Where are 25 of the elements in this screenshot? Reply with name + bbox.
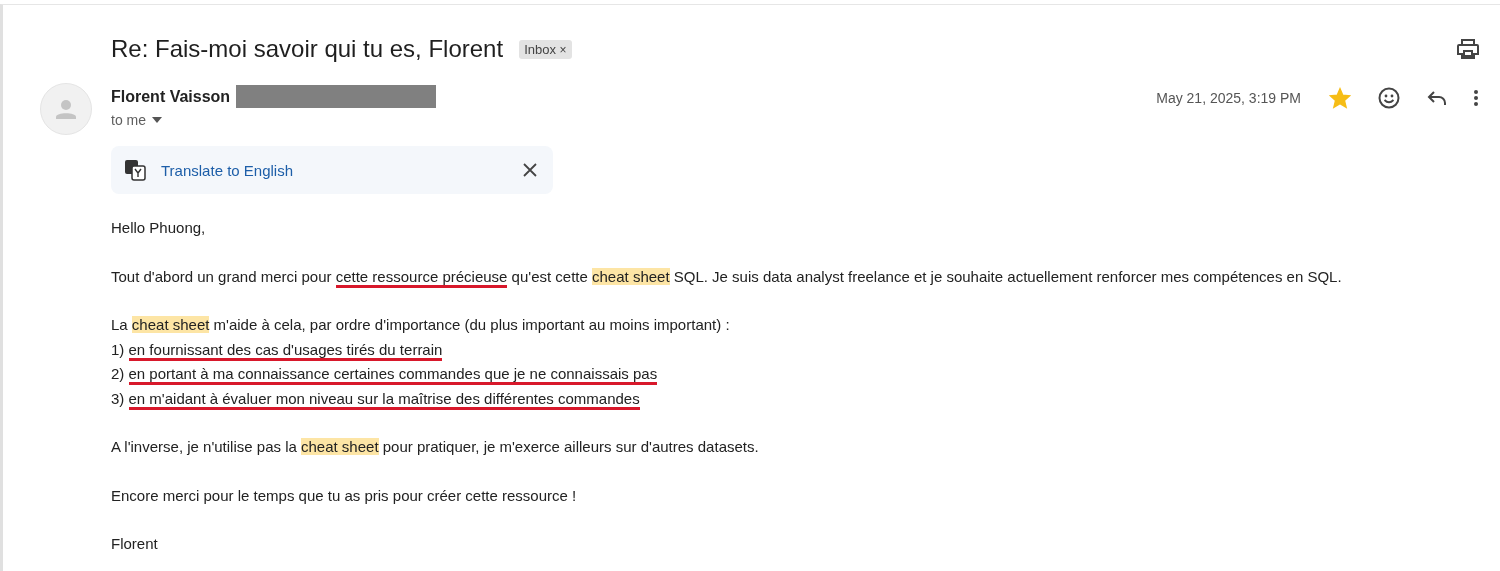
body-text: Hello Phuong, <box>111 218 207 238</box>
sender-name: Florent Vaisson <box>111 87 231 106</box>
email-subject: Re: Fais-moi savoir qui tu es, Florent <box>111 35 504 63</box>
avatar-icon <box>40 83 92 135</box>
email-date: May 21, 2025, 3:19 PM <box>1156 90 1301 106</box>
emoji-icon[interactable] <box>1378 87 1400 109</box>
body-text: Encore merci pour le temps que tu as pris pour créer cette ressource ! <box>111 485 578 506</box>
body-text: Florent <box>111 534 159 554</box>
body-text: La cheat sheet m'aide à cela, par ordre d'importance (du plus important au moins important) : <box>111 315 731 335</box>
body-text: Tout d'abord un grand merci pour cette ressource précieuse qu'est cette cheat sheet SQL. Je suis data analyst freelance et je souhaite actuellement renforcer mes compétences en SQL. <box>111 264 1500 289</box>
body-text: 3) en m'aidant à évaluer mon niveau sur la maîtrise des différentes commandes <box>111 386 1500 411</box>
print-icon[interactable] <box>1457 39 1479 59</box>
body-text: A l'inverse, je n'utilise pas la cheat sheet pour pratiquer, je m'exerce ailleurs sur d'autres datasets. <box>111 437 760 457</box>
star-icon[interactable] <box>1329 87 1351 109</box>
inbox-label: Inbox × <box>519 39 572 59</box>
close-icon[interactable] <box>523 163 537 177</box>
body-text: 1) en fournissant des cas d'usages tirés du terrain <box>111 337 1500 362</box>
reply-icon[interactable] <box>1427 90 1447 106</box>
recipient-text: to me <box>111 112 146 128</box>
more-icon[interactable] <box>1474 90 1478 106</box>
translate-link[interactable]: Translate to English <box>161 161 293 179</box>
body-text: 2) en portant à ma connaissance certaines commandes que je ne connaissais pas <box>111 362 1500 387</box>
translate-icon <box>124 159 146 181</box>
remove-label-button[interactable]: × <box>559 42 567 57</box>
caret-icon[interactable] <box>152 117 162 123</box>
